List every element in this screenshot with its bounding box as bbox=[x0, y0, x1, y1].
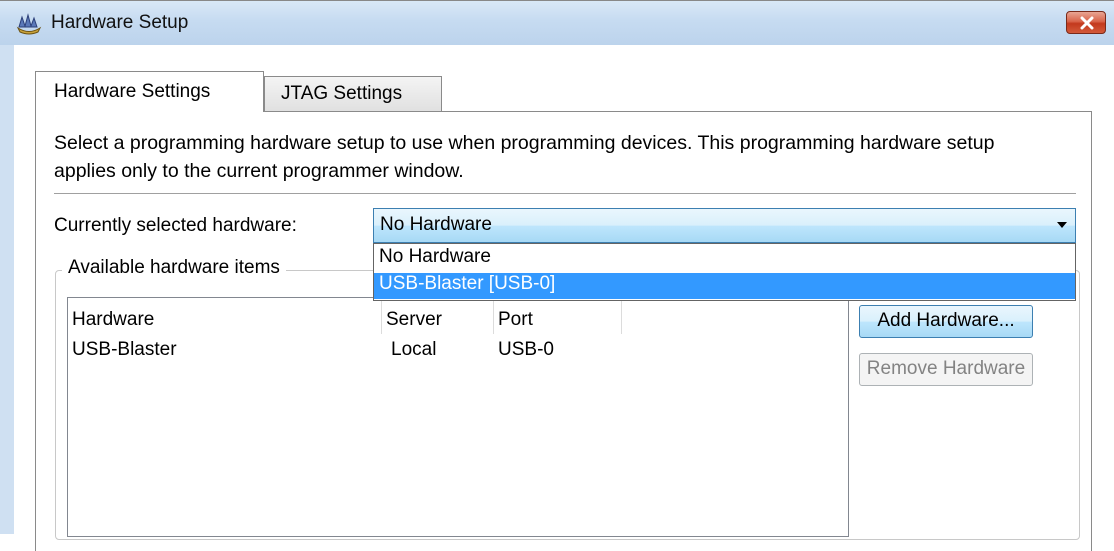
cell-server: Local bbox=[391, 339, 437, 360]
description-text: Select a programming hardware setup to u… bbox=[54, 132, 995, 182]
separator-line bbox=[54, 193, 1076, 194]
hardware-list[interactable]: Hardware Server Port USB-Blaster Local U… bbox=[67, 297, 849, 537]
cell-hardware: USB-Blaster bbox=[72, 339, 177, 360]
tab-hardware-settings[interactable]: Hardware Settings bbox=[35, 71, 264, 112]
dropdown-option-usb-blaster[interactable]: USB-Blaster [USB-0] bbox=[374, 273, 1075, 299]
remove-hardware-button[interactable]: Remove Hardware bbox=[859, 353, 1033, 386]
chevron-down-icon bbox=[1057, 222, 1067, 228]
hardware-setup-app-icon bbox=[16, 13, 42, 35]
selected-hardware-combobox[interactable]: No Hardware bbox=[373, 208, 1076, 243]
window-title: Hardware Setup bbox=[51, 12, 189, 33]
selected-hardware-label: Currently selected hardware: bbox=[54, 215, 297, 236]
group-label: Available hardware items bbox=[62, 257, 286, 279]
column-header-server[interactable]: Server bbox=[382, 298, 494, 334]
hardware-dropdown-list[interactable]: No Hardware USB-Blaster [USB-0] bbox=[373, 243, 1076, 301]
tab-label: JTAG Settings bbox=[281, 83, 403, 104]
close-button[interactable] bbox=[1066, 11, 1106, 34]
cell-port: USB-0 bbox=[498, 339, 554, 360]
hardware-setup-window: Hardware Setup JTAG Settings Hardware Se… bbox=[0, 0, 1114, 551]
column-header-port[interactable]: Port bbox=[494, 298, 622, 334]
add-hardware-button[interactable]: Add Hardware... bbox=[859, 305, 1033, 338]
column-header-empty bbox=[622, 298, 848, 334]
tab-label: Hardware Settings bbox=[54, 81, 211, 102]
dropdown-option-no-hardware[interactable]: No Hardware bbox=[374, 246, 1075, 272]
tab-jtag-settings[interactable]: JTAG Settings bbox=[264, 76, 442, 112]
close-icon bbox=[1080, 16, 1094, 30]
dialog-client-area: JTAG Settings Hardware Settings Select a… bbox=[14, 45, 1114, 551]
combobox-value: No Hardware bbox=[380, 214, 492, 235]
column-header-hardware[interactable]: Hardware bbox=[68, 298, 382, 334]
title-bar[interactable]: Hardware Setup bbox=[0, 1, 1114, 45]
